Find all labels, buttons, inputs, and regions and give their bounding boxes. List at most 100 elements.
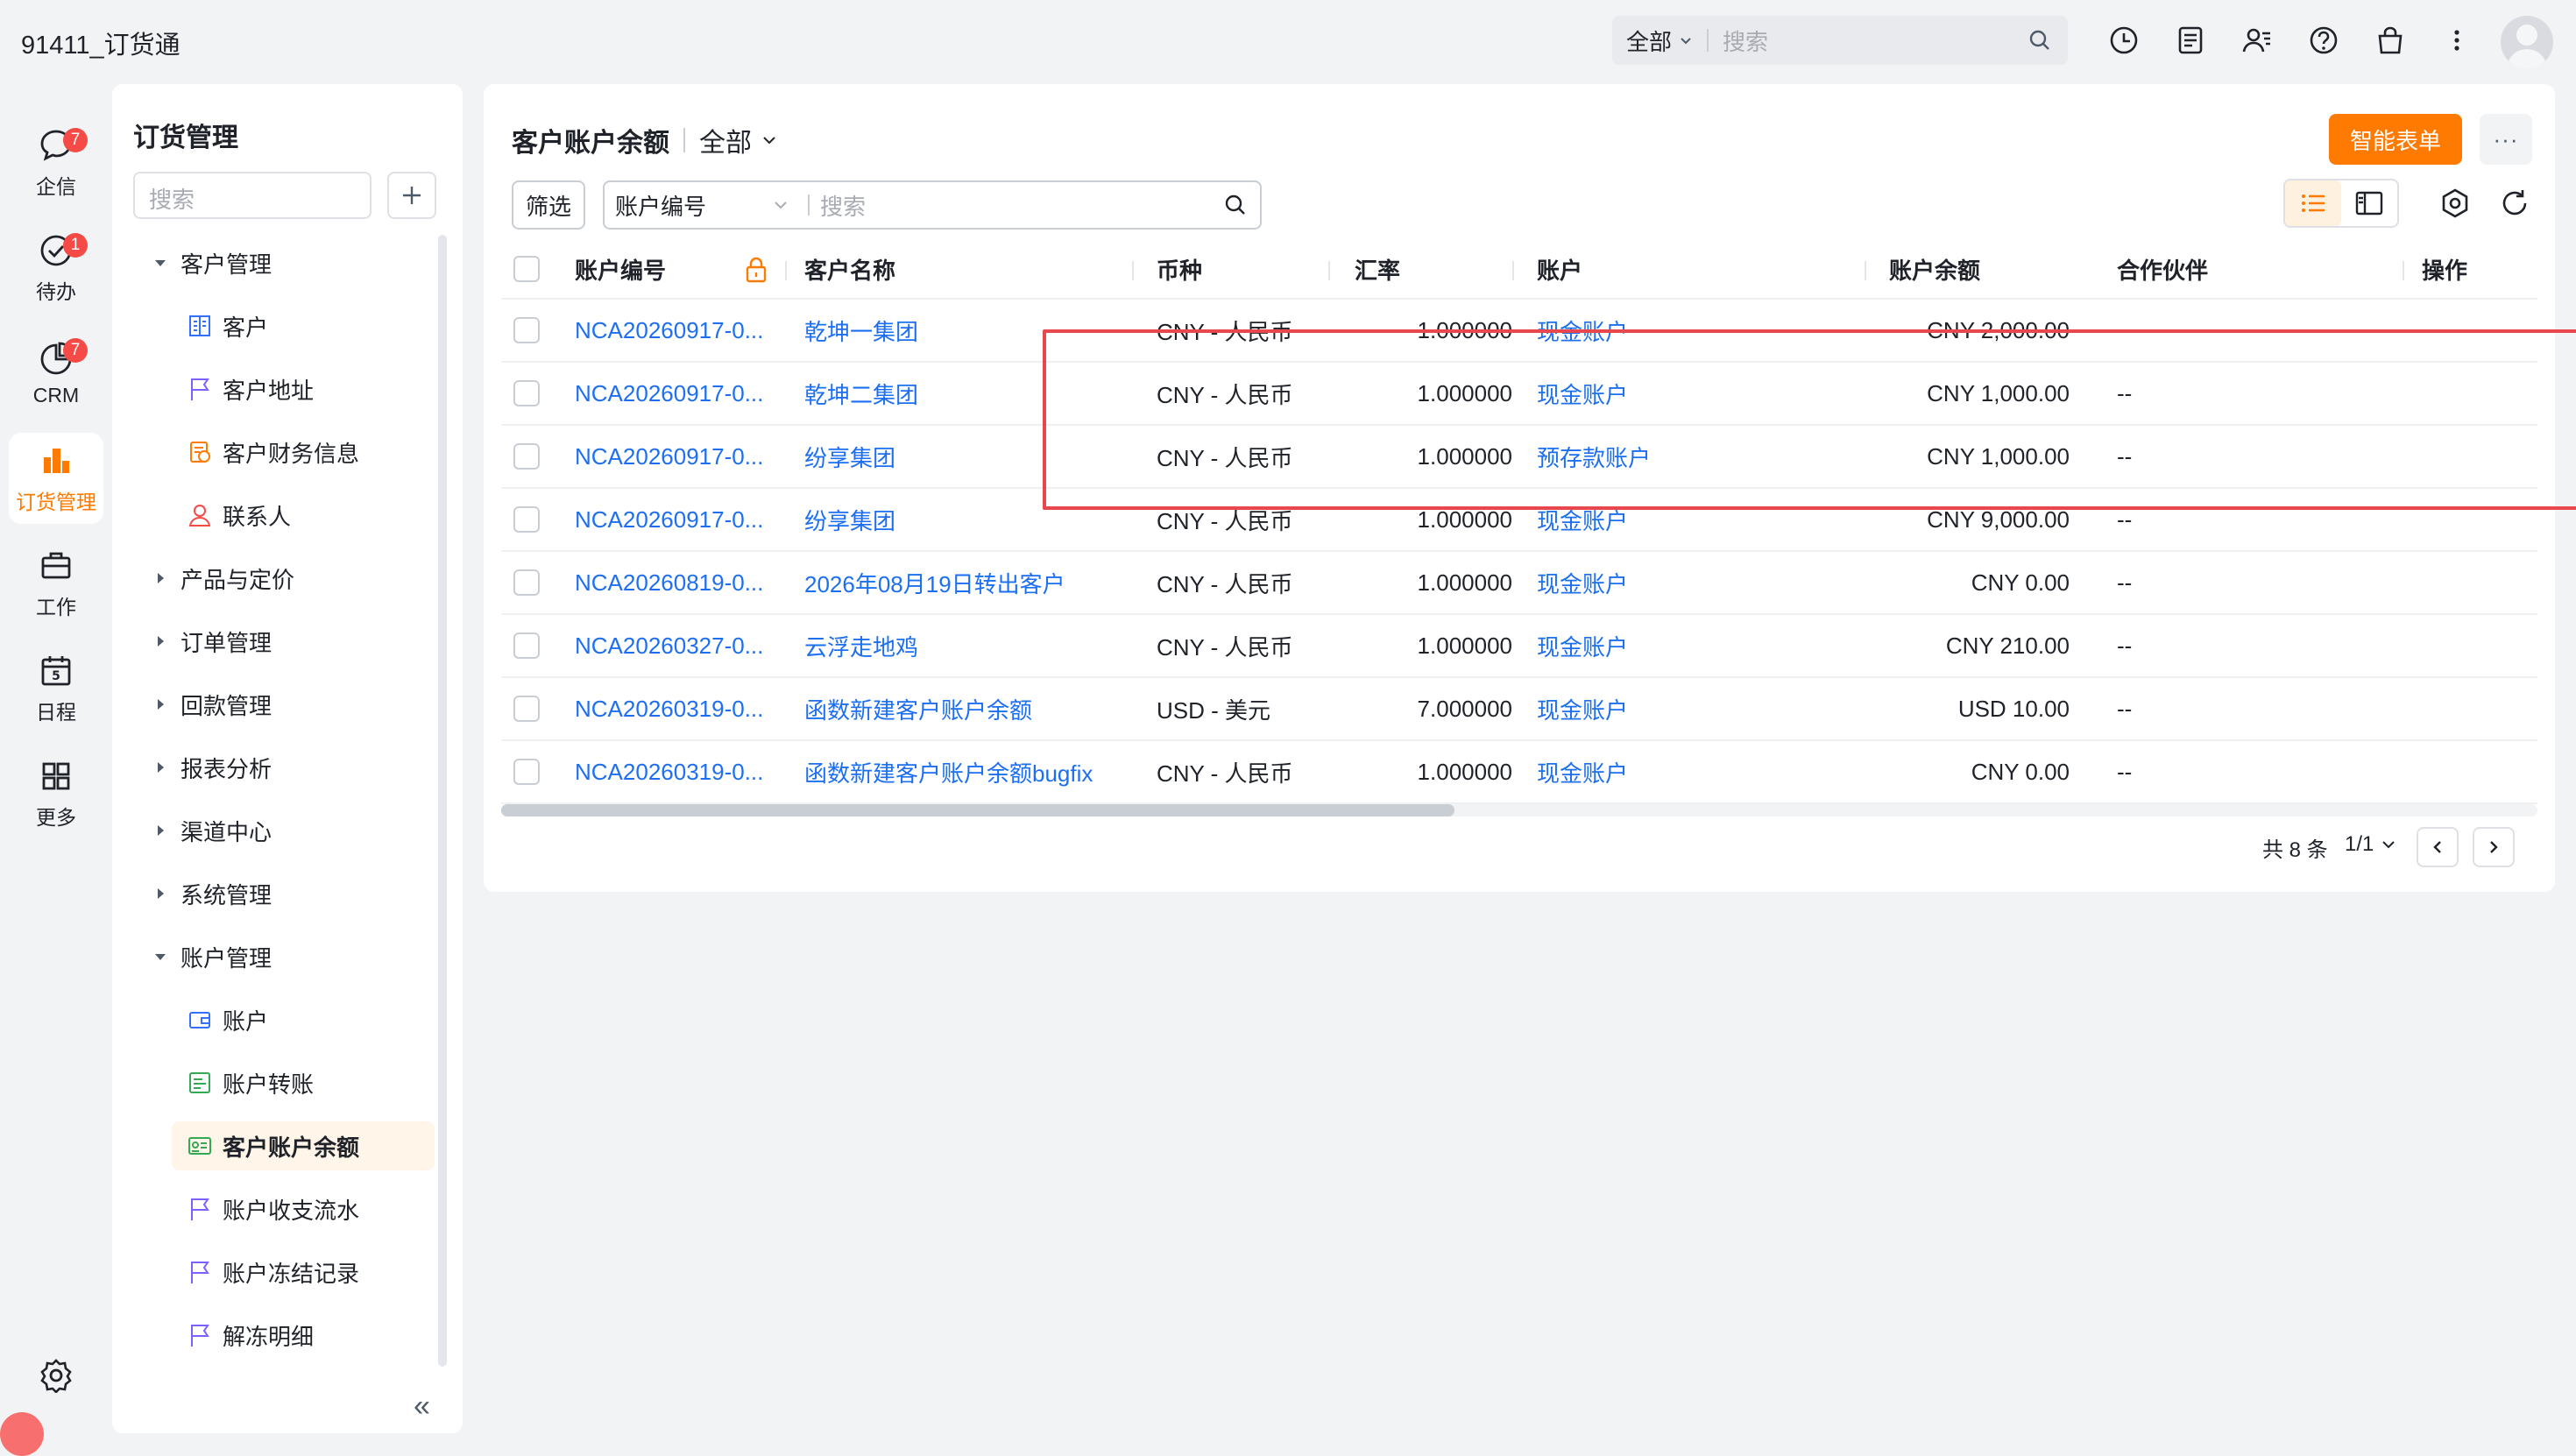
row-checkbox[interactable] [513, 569, 540, 596]
cell-account[interactable]: 现金账户 [1537, 678, 1800, 739]
table-row[interactable]: NCA20260917-0... 纷享集团 CNY - 人民币 1.000000 现金账… [501, 489, 2537, 552]
nav-item-customer-address[interactable]: 客户地址 [172, 364, 435, 413]
cell-account-no[interactable]: NCA20260327-0... [575, 615, 776, 676]
column-header-currency[interactable]: 币种 [1157, 240, 1332, 298]
column-header-account[interactable]: 账户 [1537, 240, 1712, 298]
nav-item-contacts[interactable]: 联系人 [172, 491, 435, 540]
help-icon[interactable] [2308, 25, 2339, 56]
nav-group-channel-center[interactable]: 渠道中心 [151, 806, 272, 855]
row-checkbox[interactable] [513, 633, 540, 659]
scrollbar-thumb[interactable] [501, 804, 1454, 816]
cell-account[interactable]: 现金账户 [1537, 489, 1800, 550]
nav-search-input[interactable]: 搜索 [133, 172, 372, 219]
column-header-customer[interactable]: 客户名称 [804, 240, 1067, 298]
cell-account-no[interactable]: NCA20260917-0... [575, 489, 776, 550]
list-view-button[interactable] [2285, 180, 2341, 226]
column-resizer[interactable] [1865, 261, 1866, 280]
bag-icon[interactable] [2374, 25, 2406, 56]
row-checkbox[interactable] [513, 317, 540, 343]
smart-form-button[interactable]: 智能表单 [2329, 114, 2462, 165]
clock-icon[interactable] [2108, 25, 2140, 56]
column-resizer[interactable] [1132, 261, 1134, 280]
more-actions-button[interactable]: ··· [2480, 114, 2532, 165]
rail-item-calendar[interactable]: 5 日程 [9, 643, 103, 734]
cell-account[interactable]: 现金账户 [1537, 552, 1800, 613]
nav-item-account-freeze[interactable]: 账户冻结记录 [172, 1247, 435, 1297]
search-icon[interactable] [2028, 28, 2052, 53]
row-checkbox[interactable] [513, 380, 540, 406]
nav-group-reports[interactable]: 报表分析 [151, 743, 272, 792]
cell-account-no[interactable]: NCA20260917-0... [575, 363, 776, 424]
cell-account[interactable]: 预存款账户 [1537, 426, 1800, 487]
cell-customer[interactable]: 函数新建客户账户余额 [804, 678, 1129, 739]
nav-group-order-management[interactable]: 订单管理 [151, 617, 272, 666]
nav-scrollbar[interactable] [438, 235, 447, 1367]
settings-gear-icon[interactable] [39, 1358, 74, 1393]
nav-item-account-transfer[interactable]: 账户转账 [172, 1058, 435, 1107]
nav-item-customer-account-balance[interactable]: 客户账户余额 [172, 1121, 435, 1170]
select-all-checkbox[interactable] [513, 256, 540, 282]
floating-assistant-dot[interactable] [0, 1412, 44, 1456]
rail-item-more[interactable]: 更多 [9, 748, 103, 839]
nav-group-system-management[interactable]: 系统管理 [151, 869, 272, 918]
cell-account-no[interactable]: NCA20260319-0... [575, 741, 776, 802]
rail-item-chat[interactable]: 企信 7 [9, 117, 103, 209]
nav-item-customer[interactable]: 客户 [172, 301, 435, 350]
table-row[interactable]: NCA20260319-0... 函数新建客户账户余额bugfix CNY - 人民… [501, 741, 2537, 804]
column-header-rate[interactable]: 汇率 [1355, 240, 1486, 298]
column-resizer[interactable] [1512, 261, 1514, 280]
cell-customer[interactable]: 纷享集团 [804, 489, 1129, 550]
cell-customer[interactable]: 乾坤一集团 [804, 300, 1129, 361]
cell-account-no[interactable]: NCA20260917-0... [575, 300, 776, 361]
split-view-button[interactable] [2341, 180, 2397, 226]
column-header-balance[interactable]: 账户余额 [1889, 240, 2064, 298]
global-search[interactable]: 全部 搜索 [1612, 16, 2068, 65]
row-checkbox[interactable] [513, 696, 540, 722]
table-row[interactable]: NCA20260917-0... 乾坤二集团 CNY - 人民币 1.000000 现金… [501, 363, 2537, 426]
rail-item-crm[interactable]: CRM 7 [9, 328, 103, 419]
column-resizer[interactable] [1328, 261, 1330, 280]
column-settings-icon[interactable] [2439, 187, 2471, 219]
nav-item-unfreeze-detail[interactable]: 解冻明细 [172, 1311, 435, 1360]
cell-account[interactable]: 现金账户 [1537, 300, 1800, 361]
rail-item-order-management[interactable]: 订货管理 [9, 433, 103, 524]
view-select[interactable]: 全部 [699, 121, 778, 159]
avatar[interactable] [2501, 16, 2553, 68]
nav-group-customer-management[interactable]: 客户管理 [151, 238, 272, 287]
cell-customer[interactable]: 乾坤二集团 [804, 363, 1129, 424]
nav-add-button[interactable] [387, 172, 436, 219]
rail-item-todo[interactable]: 待办 1 [9, 223, 103, 314]
nav-group-account-management[interactable]: 账户管理 [151, 932, 272, 981]
nav-group-product-pricing[interactable]: 产品与定价 [151, 554, 294, 603]
nav-item-account[interactable]: 账户 [172, 995, 435, 1044]
search-icon[interactable] [1223, 193, 1248, 217]
page-select[interactable]: 1/1 [2345, 832, 2396, 857]
cell-account[interactable]: 现金账户 [1537, 615, 1800, 676]
row-checkbox[interactable] [513, 443, 540, 470]
table-search-input[interactable]: 搜索 [820, 189, 1223, 222]
cell-account-no[interactable]: NCA20260319-0... [575, 678, 776, 739]
search-scope-select[interactable]: 全部 [1612, 25, 1693, 57]
cell-customer[interactable]: 2026年08月19日转出客户 [804, 552, 1129, 613]
filter-button[interactable]: 筛选 [512, 180, 585, 230]
table-search[interactable]: 账户编号 搜索 [603, 180, 1262, 230]
global-search-input[interactable]: 搜索 [1723, 25, 2068, 57]
row-checkbox[interactable] [513, 759, 540, 785]
nav-item-customer-finance[interactable]: 客户财务信息 [172, 428, 435, 477]
next-page-button[interactable] [2473, 827, 2515, 867]
table-row[interactable]: NCA20260917-0... 乾坤一集团 CNY - 人民币 1.000000 现金… [501, 300, 2537, 363]
cell-account[interactable]: 现金账户 [1537, 363, 1800, 424]
cell-account-no[interactable]: NCA20260917-0... [575, 426, 776, 487]
table-row[interactable]: NCA20260327-0... 云浮走地鸡 CNY - 人民币 1.000000 现金… [501, 615, 2537, 678]
more-vertical-icon[interactable] [2441, 25, 2473, 56]
contacts-icon[interactable] [2241, 25, 2273, 56]
nav-item-account-flow[interactable]: 账户收支流水 [172, 1184, 435, 1233]
column-resizer[interactable] [785, 261, 787, 280]
table-row[interactable]: NCA20260319-0... 函数新建客户账户余额 USD - 美元 7.0000… [501, 678, 2537, 741]
cell-account[interactable]: 现金账户 [1537, 741, 1800, 802]
row-checkbox[interactable] [513, 506, 540, 533]
cell-customer[interactable]: 纷享集团 [804, 426, 1129, 487]
notes-icon[interactable] [2175, 25, 2206, 56]
cell-customer[interactable]: 云浮走地鸡 [804, 615, 1129, 676]
cell-account-no[interactable]: NCA20260819-0... [575, 552, 776, 613]
